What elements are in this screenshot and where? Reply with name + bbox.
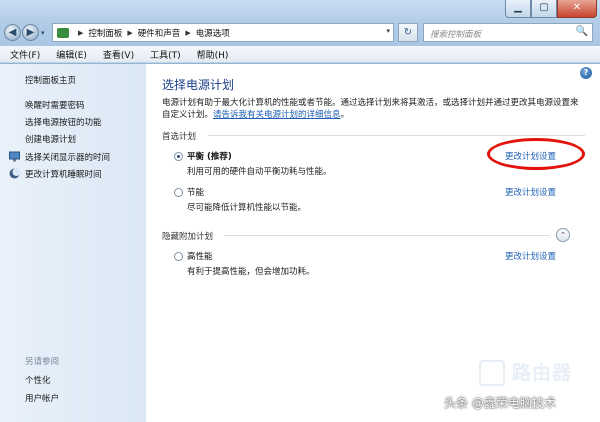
back-button[interactable]: ◀ bbox=[4, 24, 21, 41]
forward-button[interactable]: ▶ bbox=[22, 24, 39, 41]
collapse-hidden-plans-button[interactable]: ⌃ bbox=[556, 228, 570, 242]
close-button[interactable]: ✕ bbox=[557, 0, 597, 18]
plan-power-saver-name[interactable]: 节能 bbox=[187, 186, 204, 198]
help-icon[interactable]: ? bbox=[580, 67, 592, 79]
red-annotation-circle bbox=[487, 138, 585, 170]
title-bar: ▁ ▢ ✕ ◀ ▶ ▾ ▶ 控制面板 ▶ 硬件和声音 ▶ 电源选项 ▾ ↻ 搜索… bbox=[0, 0, 600, 46]
sidebar-item-wake-password[interactable]: 唤醒时需要密码 bbox=[25, 99, 85, 111]
hidden-plans-heading: 隐藏附加计划 bbox=[162, 232, 214, 242]
plan-high-performance-change-settings-link[interactable]: 更改计划设置 bbox=[505, 250, 556, 262]
page-description: 电源计划有助于最大化计算机的性能或者节能。通过选择计划来将其激活，或选择计划并通… bbox=[162, 97, 582, 121]
watermark-logo: 路由器 bbox=[479, 354, 591, 398]
address-dropdown-icon[interactable]: ▾ bbox=[386, 27, 390, 35]
menu-bar: 文件(F) 编辑(E) 查看(V) 工具(T) 帮助(H) bbox=[0, 46, 600, 63]
refresh-button[interactable]: ↻ bbox=[398, 23, 418, 42]
sidebar-item-create-plan[interactable]: 创建电源计划 bbox=[25, 133, 76, 145]
plan-balanced-desc: 利用可用的硬件自动平衡功耗与性能。 bbox=[187, 167, 332, 177]
preferred-plans-heading: 首选计划 bbox=[162, 132, 197, 142]
plan-high-performance-radio[interactable] bbox=[174, 252, 183, 261]
search-box[interactable]: 搜索控制面板 🔍 bbox=[423, 23, 593, 42]
search-input[interactable]: 搜索控制面板 bbox=[430, 28, 481, 40]
menu-view[interactable]: 查看(V) bbox=[103, 48, 134, 61]
plan-balanced-radio[interactable] bbox=[174, 152, 183, 161]
menu-help[interactable]: 帮助(H) bbox=[197, 48, 229, 61]
page-title: 选择电源计划 bbox=[162, 78, 235, 92]
address-bar[interactable]: ▶ 控制面板 ▶ 硬件和声音 ▶ 电源选项 ▾ bbox=[52, 23, 394, 42]
breadcrumb-separator-icon[interactable]: ▶ bbox=[127, 29, 132, 37]
sidebar-item-personalization[interactable]: 个性化 bbox=[25, 374, 51, 386]
monitor-icon bbox=[9, 151, 20, 162]
plan-power-saver-radio[interactable] bbox=[174, 188, 183, 197]
router-logo-icon bbox=[479, 360, 505, 386]
watermark-credit: 头条 @鑫荣电脑技术 bbox=[444, 396, 556, 410]
plan-power-saver-desc: 尽可能降低计算机性能以节能。 bbox=[187, 203, 307, 213]
menu-edit[interactable]: 编辑(E) bbox=[56, 48, 87, 61]
breadcrumb-separator-icon[interactable]: ▶ bbox=[185, 29, 190, 37]
maximize-button[interactable]: ▢ bbox=[531, 0, 557, 18]
description-period: 。 bbox=[340, 110, 350, 120]
section-divider bbox=[208, 135, 585, 136]
minimize-button[interactable]: ▁ bbox=[505, 0, 531, 18]
section-divider bbox=[224, 235, 550, 236]
sidebar-item-user-accounts[interactable]: 用户帐户 bbox=[25, 392, 59, 404]
sidebar: 控制面板主页 唤醒时需要密码 选择电源按钮的功能 创建电源计划 选择关闭显示器的… bbox=[0, 64, 146, 422]
sidebar-item-sleep-time[interactable]: 更改计算机睡眠时间 bbox=[25, 168, 102, 180]
breadcrumb-hardware-sound[interactable]: 硬件和声音 bbox=[138, 27, 181, 39]
plan-high-performance-name[interactable]: 高性能 bbox=[187, 250, 213, 262]
breadcrumb-power-options[interactable]: 电源选项 bbox=[196, 27, 230, 39]
sidebar-item-display-off[interactable]: 选择关闭显示器的时间 bbox=[25, 151, 110, 163]
plan-balanced-name[interactable]: 平衡 (推荐) bbox=[187, 150, 232, 162]
see-also-heading: 另请参阅 bbox=[25, 357, 60, 367]
sidebar-item-power-button[interactable]: 选择电源按钮的功能 bbox=[25, 116, 102, 128]
plan-high-performance-desc: 有利于提高性能，但会增加功耗。 bbox=[187, 267, 315, 277]
breadcrumb-control-panel[interactable]: 控制面板 bbox=[88, 27, 122, 39]
search-icon[interactable]: 🔍 bbox=[576, 26, 588, 37]
menu-file[interactable]: 文件(F) bbox=[10, 48, 40, 61]
sidebar-control-panel-home[interactable]: 控制面板主页 bbox=[25, 74, 76, 86]
menu-tools[interactable]: 工具(T) bbox=[150, 48, 181, 61]
control-panel-icon bbox=[57, 27, 69, 38]
watermark-logo-text: 路由器 bbox=[512, 362, 573, 384]
plan-power-saver-change-settings-link[interactable]: 更改计划设置 bbox=[505, 186, 556, 198]
history-dropdown-icon[interactable]: ▾ bbox=[41, 29, 45, 37]
moon-icon bbox=[9, 168, 20, 179]
power-plan-info-link[interactable]: 请告诉我有关电源计划的详细信息 bbox=[213, 110, 341, 120]
breadcrumb-separator-icon[interactable]: ▶ bbox=[78, 29, 83, 37]
